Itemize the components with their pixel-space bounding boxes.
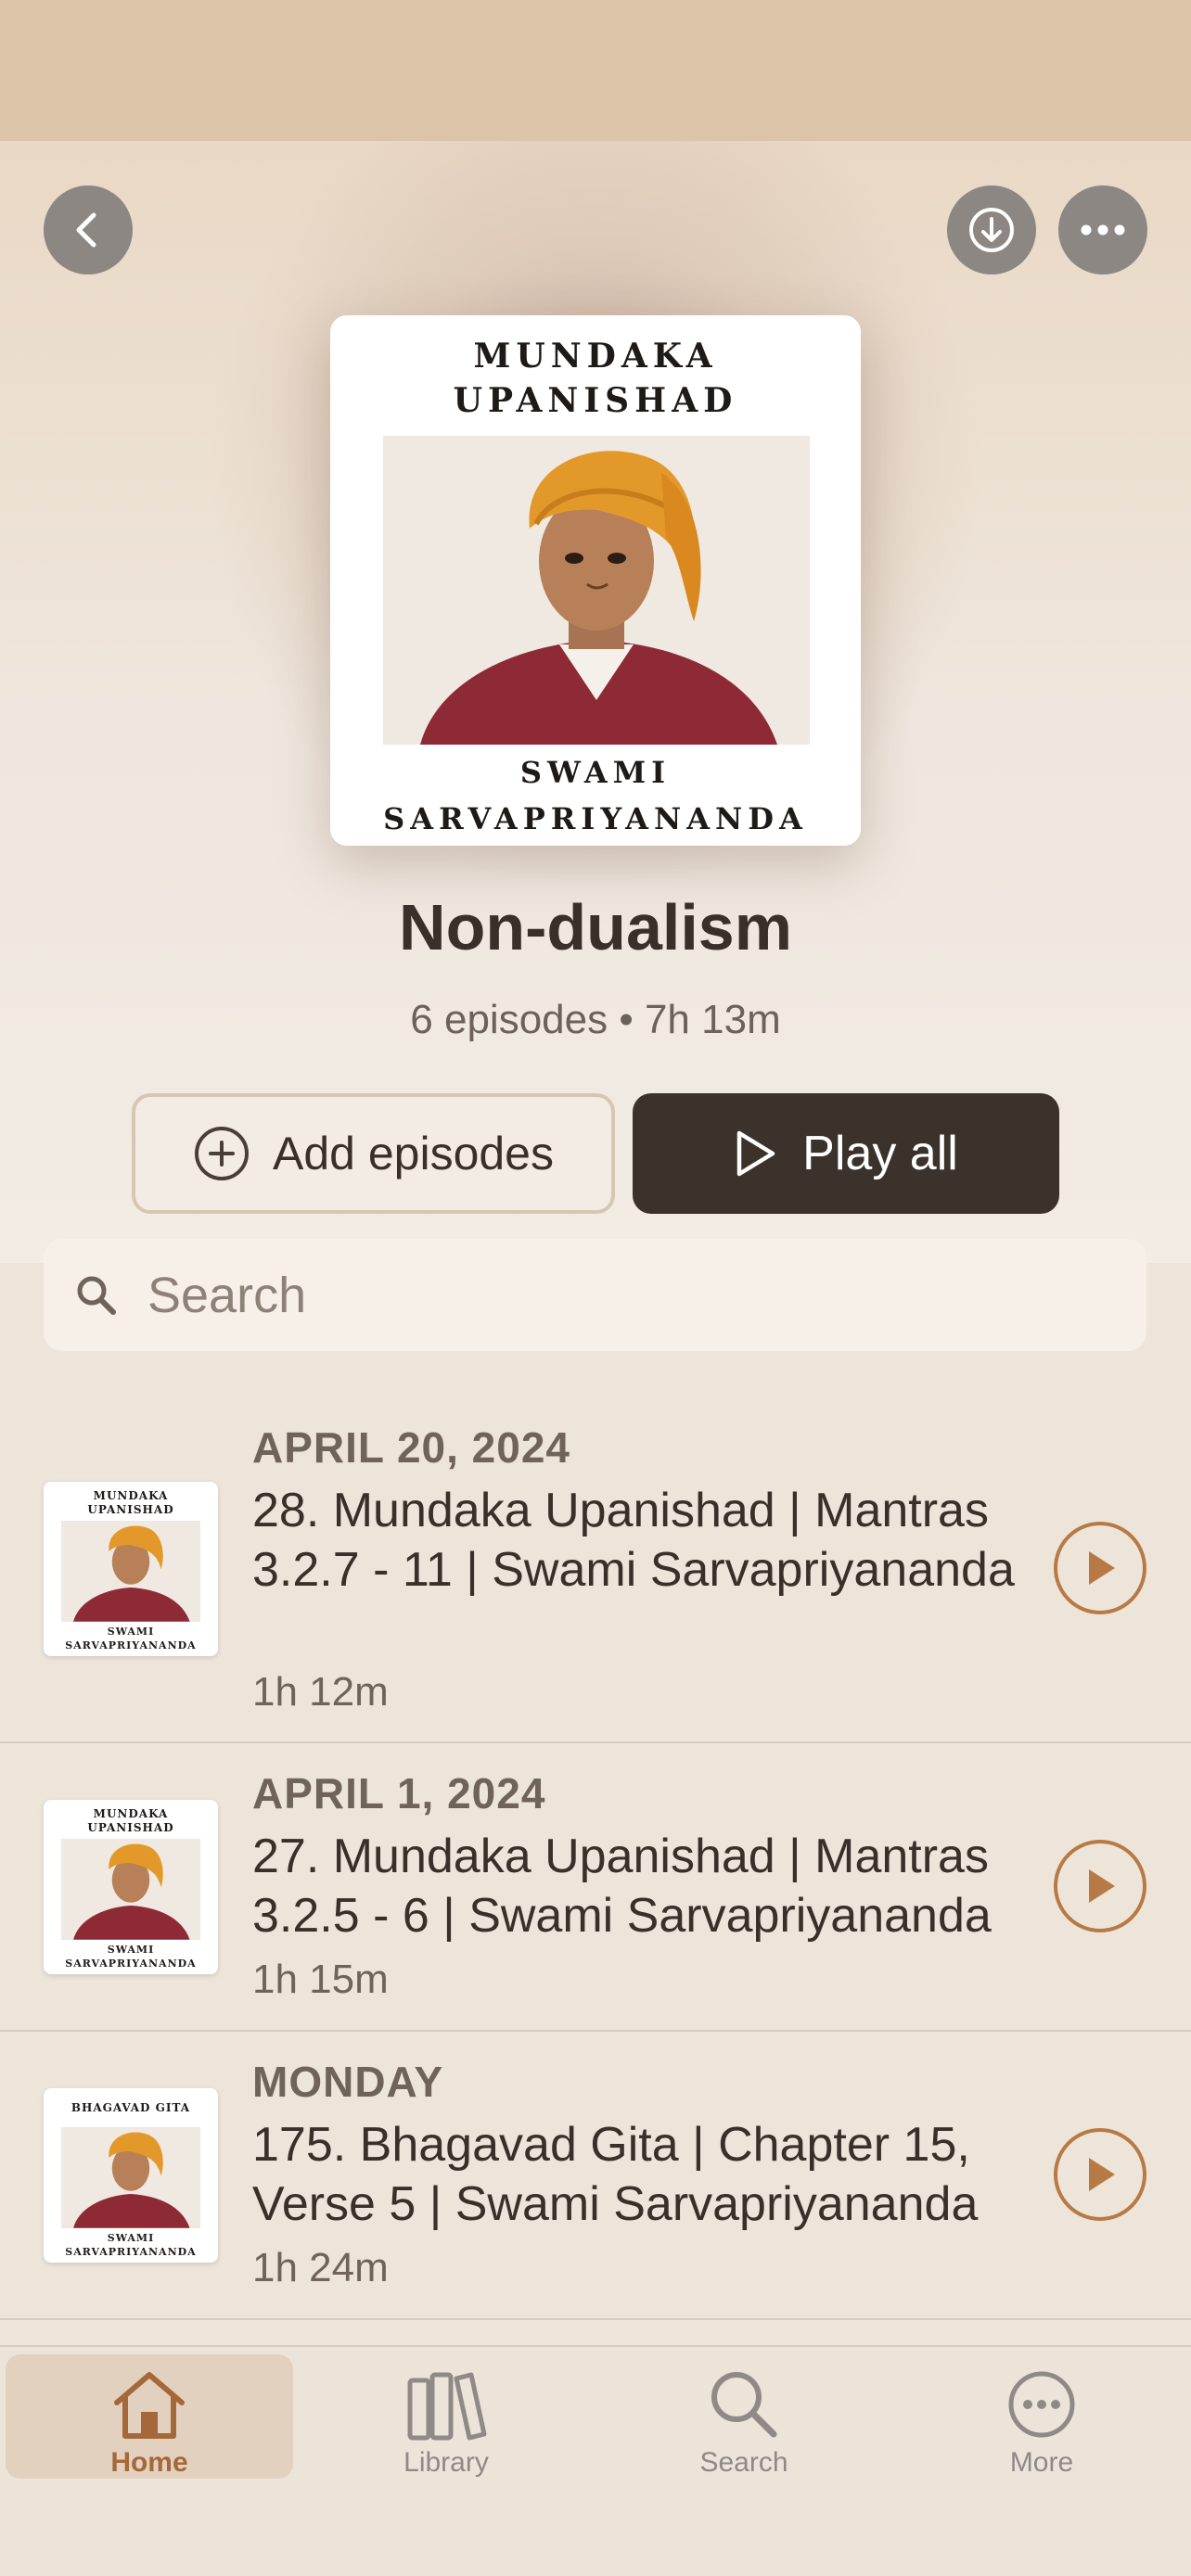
chevron-left-icon <box>76 212 96 248</box>
episode-title: 27. Mundaka Upanishad | Mantras 3.2.5 - … <box>252 1830 992 1943</box>
more-options-button[interactable] <box>1058 185 1147 274</box>
library-icon <box>407 2372 487 2441</box>
episode-play-button[interactable] <box>1054 2128 1146 2221</box>
search-input[interactable] <box>147 1266 982 1324</box>
episode-play-button[interactable] <box>1054 1840 1146 1932</box>
download-button[interactable] <box>947 185 1036 274</box>
tab-library[interactable]: Library <box>302 2354 590 2479</box>
play-all-button[interactable]: Play all <box>633 1093 1059 1214</box>
episode-date: APRIL 20, 2024 <box>252 1423 571 1472</box>
episode-duration: 1h 15m <box>252 1957 389 2002</box>
episode-play-button[interactable] <box>1054 1522 1146 1614</box>
episode-title: 175. Bhagavad Gita | Chapter 15, Verse 5… <box>252 2118 979 2231</box>
play-icon <box>736 1130 775 1177</box>
episode-row[interactable]: BHAGAVAD GITA SWAMI SARVAPRIYANANDA MOND… <box>0 2032 1191 2320</box>
playlist-artwork: MUNDAKA UPANISHAD SWAMI SARVAPRIYANANDA <box>330 315 861 846</box>
episode-duration: 1h 24m <box>252 2245 389 2290</box>
artwork-author: SWAMI SARVAPRIYANANDA <box>383 755 808 836</box>
ellipsis-icon <box>1081 224 1125 236</box>
play-icon <box>1089 1869 1115 1903</box>
search-field[interactable] <box>44 1239 1146 1351</box>
status-bar <box>0 0 1191 141</box>
play-icon <box>1089 2158 1115 2191</box>
play-icon <box>1089 1551 1115 1585</box>
episode-row[interactable]: MUNDAKA UPANISHAD SWAMI SARVAPRIYANANDA … <box>0 1400 1191 1743</box>
tab-search[interactable]: Search <box>600 2354 888 2479</box>
episode-date: APRIL 1, 2024 <box>252 1769 546 1817</box>
episode-title: 28. Mundaka Upanishad | Mantras 3.2.7 - … <box>252 1484 1015 1597</box>
playlist-meta: 6 episodes • 7h 13m <box>410 997 781 1042</box>
episode-row[interactable]: MUNDAKA UPANISHAD SWAMI SARVAPRIYANANDA … <box>0 1743 1191 2032</box>
search-icon <box>711 2372 777 2438</box>
artwork-title: MUNDAKA UPANISHAD <box>453 337 738 420</box>
episode-date: MONDAY <box>252 2058 444 2106</box>
episode-thumbnail: MUNDAKA UPANISHAD SWAMI SARVAPRIYANANDA <box>44 1800 218 1974</box>
episode-list: MUNDAKA UPANISHAD SWAMI SARVAPRIYANANDA … <box>0 1400 1191 2320</box>
plus-circle-icon <box>194 1127 249 1180</box>
portrait-image <box>383 436 810 745</box>
more-circle-icon <box>1008 2371 1075 2438</box>
home-icon <box>114 2372 185 2439</box>
episode-thumbnail: MUNDAKA UPANISHAD SWAMI SARVAPRIYANANDA <box>44 1482 218 1656</box>
download-circle-icon <box>969 208 1014 252</box>
search-icon <box>77 1276 116 1315</box>
add-episodes-label: Add episodes <box>272 1128 554 1180</box>
tab-home[interactable]: Home <box>6 2354 293 2479</box>
tab-bar: Home Library Search More <box>0 2345 1191 2576</box>
playlist-title: Non-dualism <box>399 891 792 963</box>
tab-more[interactable]: More <box>898 2354 1185 2479</box>
back-button[interactable] <box>44 185 133 274</box>
episode-duration: 1h 12m <box>252 1669 389 1715</box>
episode-thumbnail: BHAGAVAD GITA SWAMI SARVAPRIYANANDA <box>44 2088 218 2263</box>
add-episodes-button[interactable]: Add episodes <box>132 1093 615 1214</box>
play-all-label: Play all <box>802 1127 958 1180</box>
